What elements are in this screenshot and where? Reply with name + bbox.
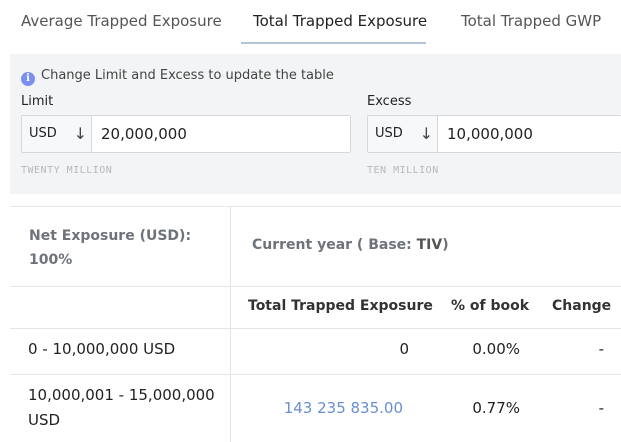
limit-currency-select[interactable]: USD ↓ — [22, 116, 92, 152]
band-line-2: USD — [28, 411, 61, 429]
table-row-change: - — [598, 340, 604, 358]
column-header-change: Change — [552, 298, 612, 314]
limit-field: USD ↓ 20,000,000 — [21, 115, 351, 153]
excess-input[interactable]: 10,000,000 — [447, 116, 533, 152]
limit-words: TWENTY MILLION — [21, 165, 113, 176]
limit-label: Limit — [21, 94, 54, 109]
exposure-table: Net Exposure (USD): 100% Current year ( … — [10, 206, 621, 442]
limit-input[interactable]: 20,000,000 — [101, 116, 187, 152]
net-exposure-header: Net Exposure (USD): 100% — [29, 224, 209, 272]
excess-currency-select[interactable]: USD ↓ — [368, 116, 438, 152]
column-header-pct: % of book — [451, 298, 530, 314]
info-icon: i — [21, 72, 35, 86]
excess-label: Excess — [367, 94, 412, 109]
table-row-pct: 0.77% — [472, 399, 520, 417]
info-text: Change Limit and Excess to update the ta… — [41, 68, 334, 83]
table-row-pct: 0.00% — [472, 340, 520, 358]
arrow-down-icon: ↓ — [73, 124, 87, 143]
tab-total-trapped-gwp[interactable]: Total Trapped GWP — [461, 0, 601, 43]
column-divider — [230, 207, 231, 442]
current-year-prefix: Current year ( Base: — [252, 237, 417, 253]
limit-currency-value: USD — [29, 126, 57, 141]
current-year-base: TIV — [416, 237, 443, 253]
excess-currency-value: USD — [375, 126, 403, 141]
excess-words: TEN MILLION — [367, 165, 439, 176]
table-row-total: 0 — [399, 340, 409, 358]
table-row-band: 0 - 10,000,000 USD — [28, 340, 176, 358]
row-divider — [10, 286, 621, 287]
filter-panel: i Change Limit and Excess to update the t… — [10, 54, 621, 194]
net-exposure-label: Net Exposure (USD): — [29, 228, 192, 244]
active-tab-indicator — [241, 42, 426, 44]
current-year-header: Current year ( Base: TIV) — [252, 237, 449, 253]
table-row-total-link[interactable]: 143 235 835.00 — [270, 399, 403, 417]
row-divider — [10, 374, 621, 375]
tab-bar: Average Trapped Exposure Total Trapped E… — [0, 0, 621, 44]
current-year-suffix: ) — [442, 237, 449, 253]
tab-average-trapped-exposure[interactable]: Average Trapped Exposure — [21, 0, 222, 43]
table-row-band: 10,000,001 - 15,000,000 USD — [28, 383, 215, 433]
column-header-total: Total Trapped Exposure — [248, 298, 433, 314]
arrow-down-icon: ↓ — [419, 124, 433, 143]
table-row-change: - — [598, 399, 604, 417]
row-divider — [10, 328, 621, 329]
tab-total-trapped-exposure[interactable]: Total Trapped Exposure — [253, 0, 427, 43]
info-message: i Change Limit and Excess to update the t… — [21, 68, 334, 86]
net-exposure-pct: 100% — [29, 252, 73, 268]
band-line-1: 10,000,001 - 15,000,000 — [28, 386, 215, 404]
excess-field: USD ↓ 10,000,000 — [367, 115, 621, 153]
